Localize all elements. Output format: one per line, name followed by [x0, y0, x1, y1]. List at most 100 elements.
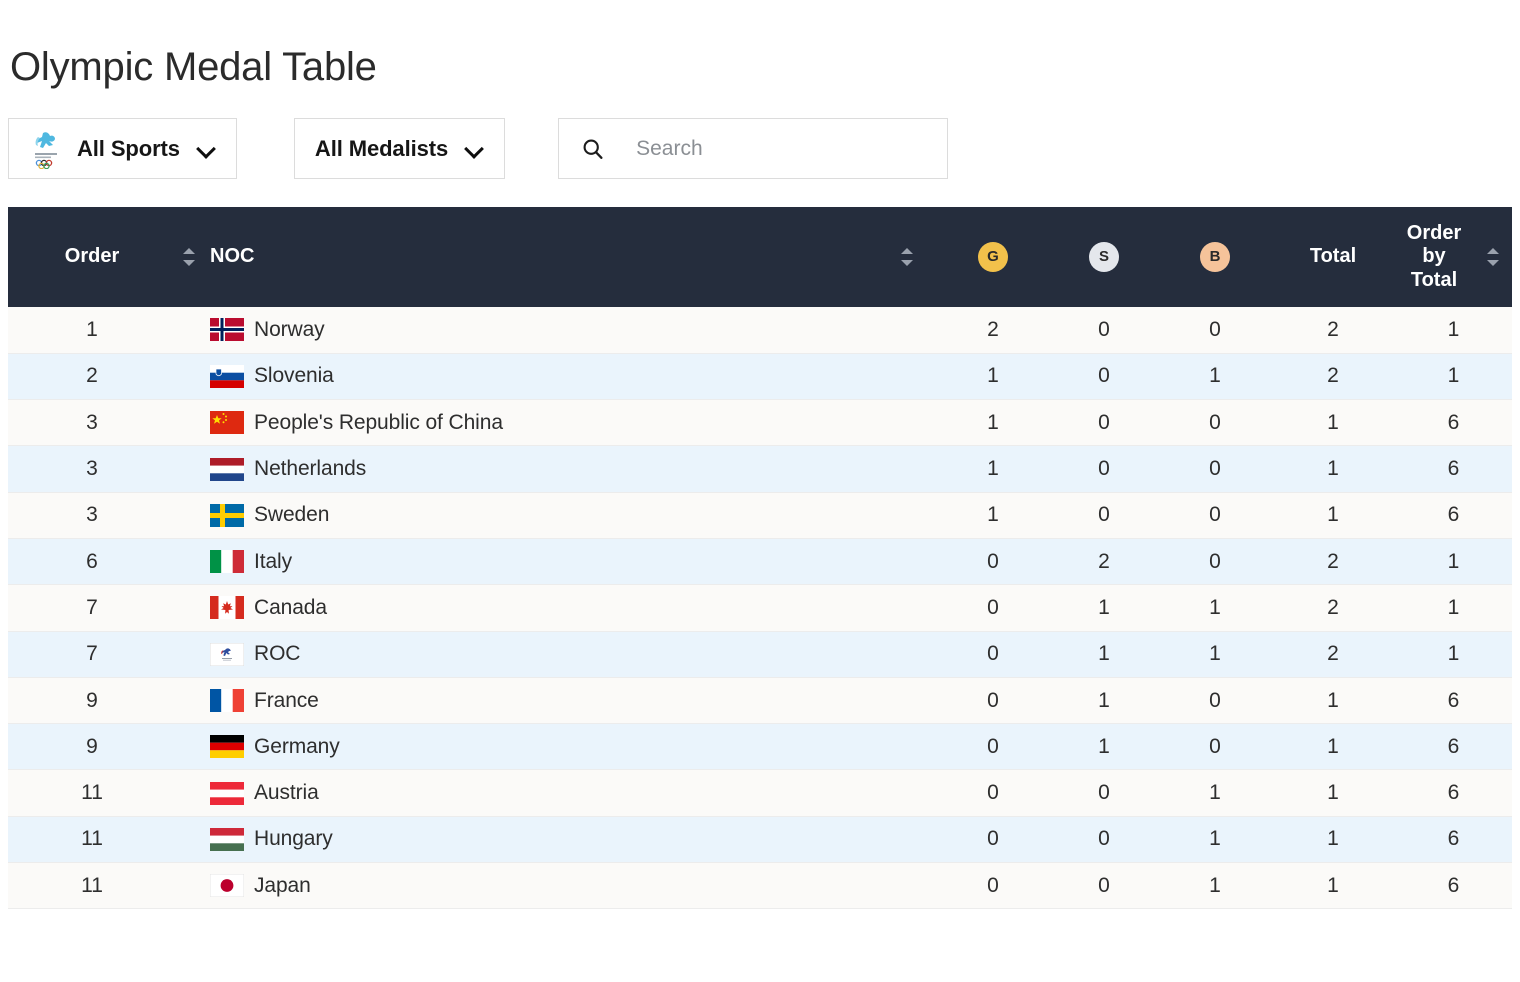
column-header-noc[interactable]: NOC [202, 207, 877, 307]
medalists-filter-label: All Medalists [315, 136, 448, 162]
cell-noc: People's Republic of China [202, 400, 937, 446]
cell-silver: 0 [1049, 446, 1159, 492]
table-row[interactable]: 9France01016 [8, 677, 1512, 723]
column-header-bronze[interactable]: B [1159, 207, 1271, 307]
cell-spacer [176, 631, 202, 677]
cell-order-by-total: 6 [1395, 677, 1512, 723]
cell-silver: 1 [1049, 677, 1159, 723]
table-row[interactable]: 9Germany01016 [8, 724, 1512, 770]
cell-silver: 0 [1049, 816, 1159, 862]
flag-canada-icon [210, 596, 244, 619]
cell-total: 1 [1271, 492, 1395, 538]
chevron-down-icon [198, 140, 216, 158]
cell-noc: Slovenia [202, 353, 937, 399]
cell-spacer [176, 538, 202, 584]
cell-bronze: 0 [1159, 492, 1271, 538]
cell-gold: 0 [937, 770, 1049, 816]
flag-roc-icon [210, 643, 244, 666]
cell-silver: 2 [1049, 538, 1159, 584]
page-title: Olympic Medal Table [10, 43, 377, 91]
noc-name: Germany [254, 735, 340, 759]
table-row[interactable]: 1Norway20021 [8, 307, 1512, 353]
cell-order-by-total: 6 [1395, 446, 1512, 492]
cell-noc: Hungary [202, 816, 937, 862]
cell-noc: Germany [202, 724, 937, 770]
noc-name: France [254, 689, 319, 713]
beijing-2022-logo-icon [29, 129, 63, 169]
sort-icon [901, 248, 914, 266]
table-row[interactable]: 2Slovenia10121 [8, 353, 1512, 399]
cell-gold: 0 [937, 816, 1049, 862]
sports-filter-label: All Sports [77, 136, 180, 162]
table-row[interactable]: 7ROC01121 [8, 631, 1512, 677]
cell-silver: 0 [1049, 863, 1159, 909]
flag-slovenia-icon [210, 365, 244, 388]
cell-gold: 0 [937, 863, 1049, 909]
cell-gold: 1 [937, 353, 1049, 399]
cell-bronze: 1 [1159, 770, 1271, 816]
cell-order: 6 [8, 538, 176, 584]
cell-spacer [176, 307, 202, 353]
cell-bronze: 0 [1159, 400, 1271, 446]
noc-name: Austria [254, 781, 319, 805]
cell-total: 1 [1271, 400, 1395, 446]
cell-gold: 0 [937, 538, 1049, 584]
noc-name: Sweden [254, 503, 329, 527]
sports-filter-dropdown[interactable]: All Sports [8, 118, 237, 179]
cell-spacer [176, 353, 202, 399]
sort-icon [183, 248, 196, 266]
cell-order-by-total: 6 [1395, 724, 1512, 770]
flag-sweden-icon [210, 504, 244, 527]
cell-silver: 1 [1049, 724, 1159, 770]
table-row[interactable]: 3Sweden10016 [8, 492, 1512, 538]
column-header-silver[interactable]: S [1049, 207, 1159, 307]
noc-name: Japan [254, 874, 311, 898]
cell-order: 7 [8, 631, 176, 677]
table-body: 1Norway200212Slovenia101213People's Repu… [8, 307, 1512, 909]
cell-silver: 0 [1049, 770, 1159, 816]
cell-bronze: 1 [1159, 631, 1271, 677]
column-sort-noc[interactable] [877, 207, 937, 307]
table-row[interactable]: 6Italy02021 [8, 538, 1512, 584]
cell-order-by-total: 6 [1395, 492, 1512, 538]
table-row[interactable]: 11Hungary00116 [8, 816, 1512, 862]
column-header-order-by-total[interactable]: Order by Total [1395, 207, 1512, 307]
table-row[interactable]: 11Austria00116 [8, 770, 1512, 816]
cell-spacer [176, 446, 202, 492]
column-header-total[interactable]: Total [1271, 207, 1395, 307]
cell-total: 1 [1271, 816, 1395, 862]
cell-total: 2 [1271, 631, 1395, 677]
table-row[interactable]: 7Canada01121 [8, 585, 1512, 631]
cell-order-by-total: 6 [1395, 816, 1512, 862]
cell-total: 2 [1271, 585, 1395, 631]
cell-bronze: 0 [1159, 724, 1271, 770]
cell-noc: ROC [202, 631, 937, 677]
noc-name: Norway [254, 318, 325, 342]
column-header-order[interactable]: Order [8, 207, 176, 307]
table-row[interactable]: 11Japan00116 [8, 863, 1512, 909]
flag-norway-icon [210, 318, 244, 341]
cell-noc: Canada [202, 585, 937, 631]
noc-name: People's Republic of China [254, 411, 503, 435]
cell-total: 1 [1271, 770, 1395, 816]
cell-noc: Sweden [202, 492, 937, 538]
table-row[interactable]: 3Netherlands10016 [8, 446, 1512, 492]
cell-silver: 0 [1049, 400, 1159, 446]
cell-gold: 0 [937, 724, 1049, 770]
column-sort-order[interactable] [176, 207, 202, 307]
cell-spacer [176, 816, 202, 862]
table-row[interactable]: 3People's Republic of China10016 [8, 400, 1512, 446]
noc-name: Hungary [254, 827, 333, 851]
filters-toolbar: All Sports All Medalists [8, 118, 948, 179]
cell-gold: 0 [937, 631, 1049, 677]
search-box[interactable] [558, 118, 948, 179]
cell-spacer [176, 724, 202, 770]
search-input[interactable] [634, 136, 894, 162]
cell-spacer [176, 585, 202, 631]
medalists-filter-dropdown[interactable]: All Medalists [294, 118, 505, 179]
cell-gold: 1 [937, 446, 1049, 492]
cell-order-by-total: 6 [1395, 863, 1512, 909]
flag-france-icon [210, 689, 244, 712]
column-header-gold[interactable]: G [937, 207, 1049, 307]
cell-total: 2 [1271, 307, 1395, 353]
